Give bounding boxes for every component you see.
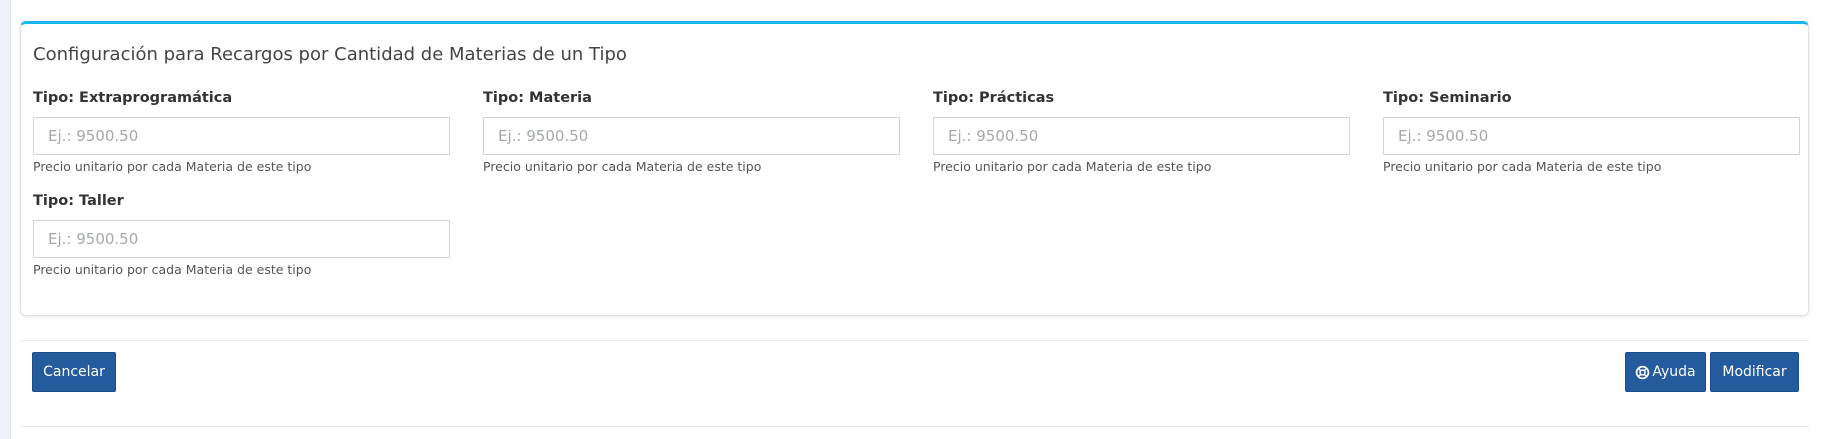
field-help-text: Precio unitario por cada Materia de este… — [33, 159, 312, 174]
field-help-text: Precio unitario por cada Materia de este… — [483, 159, 762, 174]
field-help-text: Precio unitario por cada Materia de este… — [1383, 159, 1662, 174]
price-input-practicas[interactable] — [933, 117, 1350, 155]
field-seminario: Tipo: Seminario Precio unitario por cada… — [1383, 88, 1800, 174]
price-input-materia[interactable] — [483, 117, 900, 155]
help-button[interactable]: Ayuda — [1625, 352, 1706, 392]
field-label: Tipo: Taller — [33, 193, 124, 209]
config-card: Configuración para Recargos por Cantidad… — [20, 21, 1809, 316]
price-input-seminario[interactable] — [1383, 117, 1800, 155]
lifebuoy-icon — [1635, 365, 1650, 380]
field-label: Tipo: Prácticas — [933, 90, 1055, 106]
field-materia: Tipo: Materia Precio unitario por cada M… — [483, 88, 900, 174]
actions-divider-top — [20, 340, 1809, 341]
field-help-text: Precio unitario por cada Materia de este… — [33, 262, 312, 277]
page-left-edge — [0, 0, 11, 439]
field-practicas: Tipo: Prácticas Precio unitario por cada… — [933, 88, 1350, 174]
field-label: Tipo: Extraprogramática — [33, 90, 233, 106]
card-title: Configuración para Recargos por Cantidad… — [33, 44, 627, 65]
price-input-taller[interactable] — [33, 220, 450, 258]
modify-button[interactable]: Modificar — [1710, 352, 1799, 392]
field-label: Tipo: Seminario — [1383, 90, 1512, 106]
field-extraprogramatica: Tipo: Extraprogramática Precio unitario … — [33, 88, 450, 174]
help-button-label: Ayuda — [1652, 364, 1696, 380]
actions-divider-bottom — [20, 426, 1809, 427]
cancel-button[interactable]: Cancelar — [32, 352, 116, 392]
field-help-text: Precio unitario por cada Materia de este… — [933, 159, 1212, 174]
price-input-extraprogramatica[interactable] — [33, 117, 450, 155]
field-taller: Tipo: Taller Precio unitario por cada Ma… — [33, 191, 450, 277]
field-label: Tipo: Materia — [483, 90, 592, 106]
